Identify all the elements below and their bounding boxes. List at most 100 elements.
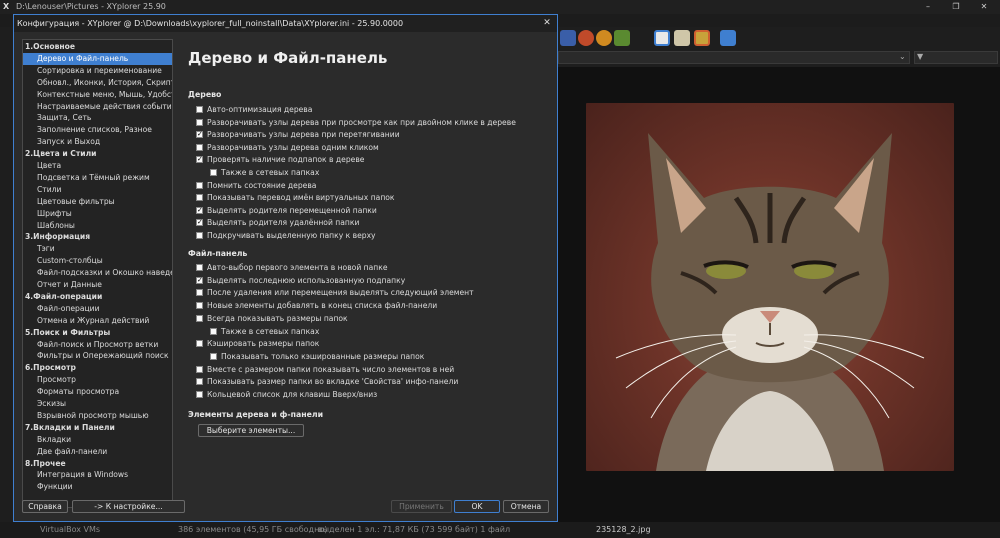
tree-category-item[interactable]: Цвета — [23, 160, 61, 172]
option-label: Также в сетевых папках — [221, 326, 320, 336]
tree-category-item[interactable]: Файл-поиск и Просмотр ветки — [23, 339, 158, 351]
checkbox-unchecked-icon[interactable] — [196, 314, 203, 322]
option-label: Разворачивать узлы дерева при просмотре … — [207, 117, 516, 127]
status-items-free: 386 элементов (45,95 ГБ свободно) — [178, 525, 328, 534]
tree-category-header[interactable]: 1.Основное — [23, 41, 75, 53]
help-button[interactable]: Справка — [22, 500, 68, 513]
section-filepane-heading: Файл-панель — [188, 249, 248, 258]
grid-tool-icon[interactable] — [560, 30, 576, 46]
tree-category-item[interactable]: Фильтры и Опережающий поиск — [23, 350, 169, 362]
tree-category-item[interactable]: Контекстные меню, Мышь, Удобства — [23, 89, 172, 101]
tree-item-virtualbox[interactable]: VirtualBox VMs — [40, 522, 100, 538]
close-icon[interactable]: ✕ — [540, 15, 554, 32]
tree-category-item[interactable]: Интеграция в Windows — [23, 469, 128, 481]
configuration-dialog: Конфигурация - XYplorer @ D:\Downloads\x… — [13, 14, 558, 522]
tree-category-item[interactable]: Дерево и Файл-панель — [23, 52, 172, 65]
tree-category-header[interactable]: 5.Поиск и Фильтры — [23, 327, 110, 339]
checkbox-checked-icon[interactable] — [196, 275, 203, 286]
checkbox-unchecked-icon[interactable] — [196, 194, 203, 202]
tree-category-header[interactable]: 2.Цвета и Стили — [23, 148, 96, 160]
checkbox-unchecked-icon[interactable] — [196, 289, 203, 297]
checkbox-checked-icon[interactable] — [196, 205, 203, 216]
checkbox-unchecked-icon[interactable] — [196, 302, 203, 310]
tree-category-header[interactable]: 8.Прочее — [23, 458, 66, 470]
tree-category-item[interactable]: Тэги — [23, 243, 55, 255]
tree-category-item[interactable]: Обновл., Иконки, История, Скрипты — [23, 77, 172, 89]
tree-category-item[interactable]: Отмена и Журнал действий — [23, 315, 149, 327]
to-setting-button[interactable]: -> К настройке... — [72, 500, 185, 513]
preview-panel-icon[interactable] — [694, 30, 710, 46]
checkbox-unchecked-icon[interactable] — [196, 143, 203, 151]
tree-category-item[interactable]: Форматы просмотра — [23, 386, 119, 398]
category-tree: 1.Основное Дерево и Файл-панель Сортировка… — [22, 39, 173, 508]
dialog-title-bar: Конфигурация - XYplorer @ D:\Downloads\x… — [14, 15, 557, 32]
tree-category-item[interactable]: Custom-столбцы — [23, 255, 103, 267]
tree-category-item[interactable]: Защита, Сеть — [23, 112, 91, 124]
option-label: Также в сетевых папках — [221, 168, 320, 177]
minimize-icon[interactable]: – — [914, 0, 942, 14]
tree-category-item[interactable]: Функции — [23, 481, 73, 493]
close-window-icon[interactable]: ✕ — [970, 0, 998, 14]
tree-category-item[interactable]: Стили — [23, 184, 61, 196]
option-label: Выделять родителя перемещенной папки — [207, 205, 377, 215]
checkbox-unchecked-icon[interactable] — [196, 106, 203, 113]
option-label: Подкручивать выделенную папку к верху — [207, 231, 376, 240]
checkbox-unchecked-icon[interactable] — [196, 232, 203, 239]
tree-category-header[interactable]: 3.Информация — [23, 231, 90, 243]
tree-category-item[interactable]: Вкладки — [23, 434, 71, 446]
chevron-down-icon[interactable]: ⌄ — [899, 52, 906, 61]
tree-category-header[interactable]: 7.Вкладки и Панели — [23, 422, 115, 434]
tree-category-item[interactable]: Подсветка и Тёмный режим — [23, 172, 150, 184]
checkbox-unchecked-icon[interactable] — [196, 340, 203, 348]
notes-icon[interactable] — [674, 30, 690, 46]
tree-category-item[interactable]: Сортировка и переименование — [23, 65, 162, 77]
checkbox-unchecked-icon[interactable] — [196, 378, 203, 386]
color-filter-icon[interactable] — [596, 30, 612, 46]
tree-category-item[interactable]: Настраиваемые действия событий — [23, 101, 172, 113]
tree-category-item[interactable]: Заполнение списков, Разное — [23, 124, 152, 136]
filter-icon[interactable]: ▼ — [914, 51, 998, 64]
checkbox-unchecked-icon[interactable] — [196, 181, 203, 189]
tools-icon[interactable] — [720, 30, 736, 46]
checkbox-checked-icon[interactable] — [196, 154, 203, 165]
color-wheel-icon[interactable] — [578, 30, 594, 46]
main-window-title: D:\Lenouser\Pictures - XYplorer 25.90 — [16, 2, 166, 11]
cancel-button[interactable]: Отмена — [503, 500, 549, 513]
status-selected: выделен 1 эл.: 71,87 КБ (73 599 байт) 1 … — [318, 525, 511, 534]
checkbox-checked-icon[interactable] — [196, 129, 203, 140]
checkbox-unchecked-icon[interactable] — [210, 352, 217, 360]
tree-category-item[interactable]: Цветовые фильтры — [23, 196, 115, 208]
tree-category-item[interactable]: Две файл-панели — [23, 446, 107, 458]
tree-category-item[interactable]: Просмотр — [23, 374, 76, 386]
checkbox-unchecked-icon[interactable] — [196, 365, 203, 373]
tree-category-item[interactable]: Файл-операции — [23, 303, 100, 315]
address-input[interactable]: ⌄ — [558, 51, 910, 64]
checkbox-unchecked-icon[interactable] — [210, 327, 217, 335]
tree-category-header[interactable]: 4.Файл-операции — [23, 291, 102, 303]
checkbox-unchecked-icon[interactable] — [196, 118, 203, 126]
apply-button[interactable]: Применить — [391, 500, 452, 513]
option-label: Всегда показывать размеры папок — [207, 313, 348, 323]
toolbar — [556, 27, 1000, 49]
checkbox-unchecked-icon[interactable] — [210, 169, 217, 176]
tree-category-item[interactable]: Файл-подсказки и Окошко наведения — [23, 267, 172, 279]
tree-category-item[interactable]: Взрывной просмотр мышью — [23, 410, 149, 422]
tree-category-item[interactable]: Отчет и Данные — [23, 279, 102, 291]
dual-pane-icon[interactable] — [654, 30, 670, 46]
tree-category-header[interactable]: 6.Просмотр — [23, 362, 76, 374]
tree-category-item[interactable]: Эскизы — [23, 398, 66, 410]
choose-elements-button[interactable]: Выберите элементы... — [198, 424, 304, 437]
maximize-icon[interactable]: ❐ — [942, 0, 970, 14]
brush-icon[interactable] — [614, 30, 630, 46]
tree-category-item[interactable]: Запуск и Выход — [23, 136, 100, 148]
checkbox-unchecked-icon[interactable] — [196, 391, 203, 398]
tree-category-item[interactable]: Шаблоны — [23, 220, 75, 232]
dialog-title: Конфигурация - XYplorer @ D:\Downloads\x… — [17, 19, 404, 28]
ok-button[interactable]: OK — [454, 500, 500, 513]
option-label: Выделять родителя удалённой папки — [207, 218, 360, 228]
checkbox-checked-icon[interactable] — [196, 217, 203, 228]
checkbox-unchecked-icon[interactable] — [196, 264, 203, 271]
dropdown-arrow-icon[interactable] — [632, 30, 638, 46]
tree-category-item[interactable]: Шрифты — [23, 208, 72, 220]
section-elements-heading: Элементы дерева и ф-панели — [188, 410, 324, 419]
